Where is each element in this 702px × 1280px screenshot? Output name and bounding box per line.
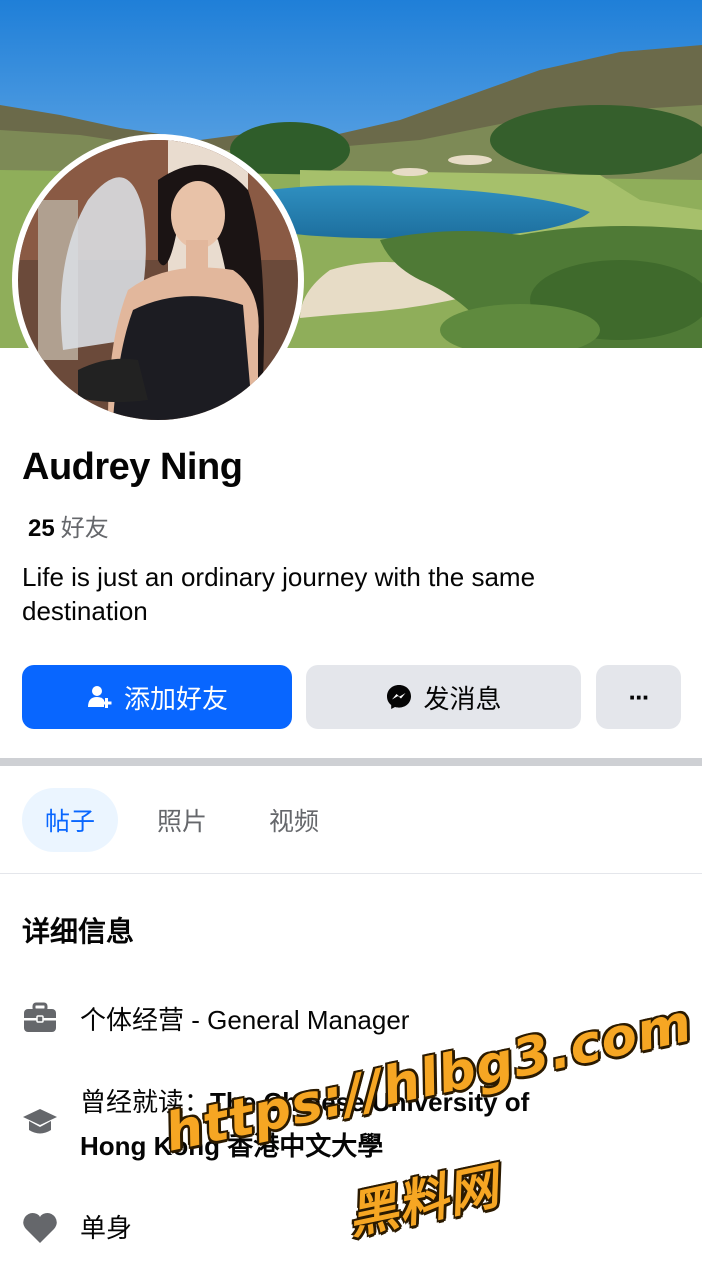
details-title: 详细信息 [22, 916, 135, 947]
heart-icon [22, 1210, 58, 1246]
add-friend-button[interactable]: 添加好友 [22, 665, 292, 729]
profile-name: Audrey Ning [22, 446, 243, 488]
briefcase-icon [22, 1000, 58, 1036]
section-divider [0, 758, 702, 766]
graduation-cap-icon [22, 1104, 58, 1140]
detail-work: 个体经营 - General Manager [80, 1005, 410, 1035]
message-label: 发消息 [423, 683, 502, 714]
messenger-icon [385, 683, 413, 711]
avatar-photo [18, 140, 298, 420]
friends-count[interactable]: 25 好友 [28, 508, 109, 543]
message-button[interactable]: 发消息 [306, 665, 581, 729]
tab-posts[interactable]: 帖子 [22, 788, 118, 852]
profile-bio: Life is just an ordinary journey with th… [22, 562, 536, 626]
more-options-button[interactable]: ··· [596, 665, 681, 729]
friends-count-number: 25 [28, 515, 55, 542]
tab-videos[interactable]: 视频 [246, 788, 342, 852]
add-friend-icon [86, 683, 114, 711]
tabs-divider [0, 873, 702, 874]
more-icon: ··· [628, 681, 651, 712]
add-friend-label: 添加好友 [123, 683, 228, 714]
detail-relationship: 单身 [80, 1213, 133, 1243]
tab-photos[interactable]: 照片 [134, 788, 230, 852]
profile-avatar[interactable] [12, 134, 304, 426]
friends-label: 好友 [60, 515, 109, 542]
